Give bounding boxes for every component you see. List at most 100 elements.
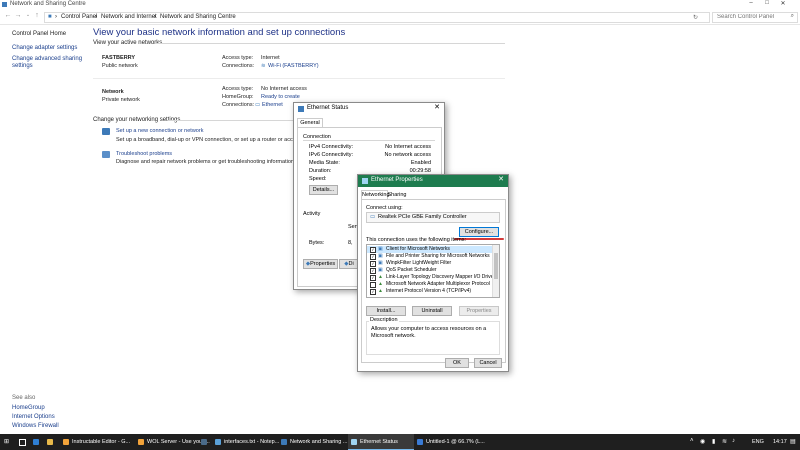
see-also-heading: See also (12, 395, 36, 401)
address-bar-row: ← → ⌄ ↑ ■ › Control Panel › Network and … (0, 10, 800, 25)
taskbar-app-active[interactable]: Ethernet Status (348, 434, 414, 450)
list-item[interactable]: Microsoft Network Adapter Multiplexor Pr… (386, 281, 490, 287)
recent-chevron-icon[interactable]: ⌄ (24, 12, 32, 22)
service-icon: ▣ (378, 267, 383, 273)
notepad-icon (215, 439, 221, 445)
taskbar-app[interactable]: Instructable Editor - G... (60, 434, 130, 450)
close-icon[interactable]: ✕ (776, 0, 790, 10)
list-item[interactable]: File and Printer Sharing for Microsoft N… (386, 253, 490, 259)
network-type-public: Public network (102, 63, 138, 69)
ok-button[interactable]: OK (445, 358, 469, 368)
language-indicator[interactable]: ENG (752, 439, 764, 445)
windows-logo-icon: ⊞ (4, 439, 10, 445)
network-icon (2, 2, 7, 7)
dialog-title: Ethernet Status (307, 105, 349, 111)
sidebar-advanced-sharing[interactable]: Change advanced sharing settings (12, 56, 86, 70)
properties-button[interactable]: ◆Properties (303, 259, 338, 269)
steam-icon (201, 439, 207, 445)
up-arrow-icon[interactable]: ↑ (33, 12, 41, 22)
troubleshoot-link[interactable]: Troubleshoot problems (116, 151, 172, 157)
details-button[interactable]: Details... (309, 185, 338, 195)
cancel-button[interactable]: Cancel (474, 358, 502, 368)
uninstall-button[interactable]: Uninstall (412, 306, 452, 316)
sidebar-change-adapter[interactable]: Change adapter settings (12, 45, 77, 51)
item-checkbox[interactable]: ✓ (370, 268, 376, 274)
address-bar[interactable]: ■ › Control Panel › Network and Internet… (44, 12, 710, 23)
scrollbar-thumb[interactable] (494, 253, 498, 279)
troubleshoot-desc: Diagnose and repair network problems or … (116, 159, 296, 165)
see-also-homegroup[interactable]: HomeGroup (12, 405, 45, 411)
start-button[interactable]: ⊞ (0, 434, 14, 450)
item-checkbox[interactable]: ✓ (370, 254, 376, 260)
edge-taskbar-button[interactable] (30, 434, 42, 450)
network-type-private: Private network (102, 97, 140, 103)
setup-connection-link[interactable]: Set up a new connection or network (116, 128, 203, 134)
see-also-windows-firewall[interactable]: Windows Firewall (12, 423, 59, 429)
item-checkbox[interactable]: ✓ (370, 247, 376, 253)
taskbar: ⊞ Instructable Editor - G... WOL Server … (0, 434, 800, 450)
tab-sharing[interactable]: Sharing (387, 191, 407, 199)
install-button[interactable]: Install... (366, 306, 406, 316)
breadcrumb-control-panel[interactable]: Control Panel (61, 14, 97, 20)
item-checkbox[interactable]: ✓ (370, 275, 376, 281)
taskbar-app[interactable]: WOL Server - Use youri... (135, 434, 210, 450)
search-box[interactable]: ⌕ (712, 12, 798, 23)
breadcrumb-network-sharing[interactable]: Network and Sharing Centre (160, 14, 236, 20)
search-input[interactable] (717, 13, 777, 21)
minimize-icon[interactable]: – (744, 0, 758, 10)
list-item[interactable]: QoS Packet Scheduler (386, 267, 437, 273)
taskbar-app[interactable]: Network and Sharing ... (278, 434, 347, 450)
item-checkbox[interactable]: ✓ (370, 289, 376, 295)
back-arrow-icon[interactable]: ← (4, 12, 12, 22)
volume-icon[interactable]: ♪ (732, 438, 735, 444)
notifications-icon[interactable]: ▤ (790, 438, 796, 445)
ethernet-icon (298, 106, 304, 112)
item-properties-button[interactable]: Properties (459, 306, 499, 316)
close-icon[interactable]: ✕ (494, 175, 508, 186)
ethernet-connection-link[interactable]: Ethernet (262, 102, 283, 108)
list-item[interactable]: Internet Protocol Version 4 (TCP/IPv4) (386, 288, 471, 294)
configure-button[interactable]: Configure... (459, 227, 499, 237)
list-item[interactable]: WinpkFilter LightWeight Filter (386, 260, 451, 266)
activity-group-label: Activity (303, 211, 321, 217)
list-item[interactable]: Client for Microsoft Networks (386, 246, 450, 252)
ethernet-icon (351, 439, 357, 445)
wifi-icon[interactable]: ≋ (722, 438, 727, 445)
adapter-name: Realtek PCIe GBE Family Controller (378, 214, 467, 220)
battery-icon[interactable]: ▮ (712, 438, 715, 445)
network-icon (281, 439, 287, 445)
breadcrumb-network-and-internet[interactable]: Network and Internet (101, 14, 157, 20)
refresh-icon[interactable]: ↻ (693, 14, 698, 21)
sidebar-control-panel-home[interactable]: Control Panel Home (12, 31, 66, 37)
items-list[interactable]: ✓ ▣ Client for Microsoft Networks ✓ ▣ Fi… (366, 244, 500, 298)
see-also-internet-options[interactable]: Internet Options (12, 414, 55, 420)
steam-taskbar-button[interactable] (198, 434, 210, 450)
status-label: IPv6 Connectivity: (309, 152, 354, 158)
clock[interactable]: 14:17 (773, 439, 787, 445)
service-icon: ▣ (378, 260, 383, 266)
search-icon[interactable]: ⌕ (791, 13, 794, 20)
list-scrollbar[interactable] (492, 245, 499, 297)
taskbar-app[interactable]: Untitled-1 @ 66.7% (L... (414, 434, 485, 450)
disable-button[interactable]: ◆Di (339, 259, 359, 269)
forward-arrow-icon[interactable]: → (14, 12, 22, 22)
network-name-network: Network (102, 89, 124, 95)
wifi-connection-link[interactable]: Wi-Fi (FASTBERRY) (268, 63, 319, 69)
close-icon[interactable]: ✕ (430, 103, 444, 114)
item-checkbox[interactable] (370, 282, 376, 288)
list-item[interactable]: Link-Layer Topology Discovery Mapper I/O… (386, 274, 495, 280)
taskbar-app[interactable]: interfaces.txt - Notep... (212, 434, 279, 450)
homegroup-link[interactable]: Ready to create (261, 94, 300, 100)
new-connection-icon (102, 128, 110, 135)
bytes-value: 8, (348, 240, 353, 246)
chrome-icon (138, 439, 144, 445)
item-checkbox[interactable]: ✓ (370, 261, 376, 267)
explorer-taskbar-button[interactable] (44, 434, 56, 450)
status-label: Speed: (309, 176, 327, 182)
tray-chevron-icon[interactable]: ˄ (690, 438, 694, 444)
tray-app-icon[interactable]: ◉ (700, 438, 705, 445)
setup-connection-desc: Set up a broadband, dial-up or VPN conne… (116, 137, 294, 143)
task-view-button[interactable] (16, 434, 28, 450)
maximize-icon[interactable]: □ (760, 0, 774, 10)
connect-using-label: Connect using: (366, 205, 403, 211)
